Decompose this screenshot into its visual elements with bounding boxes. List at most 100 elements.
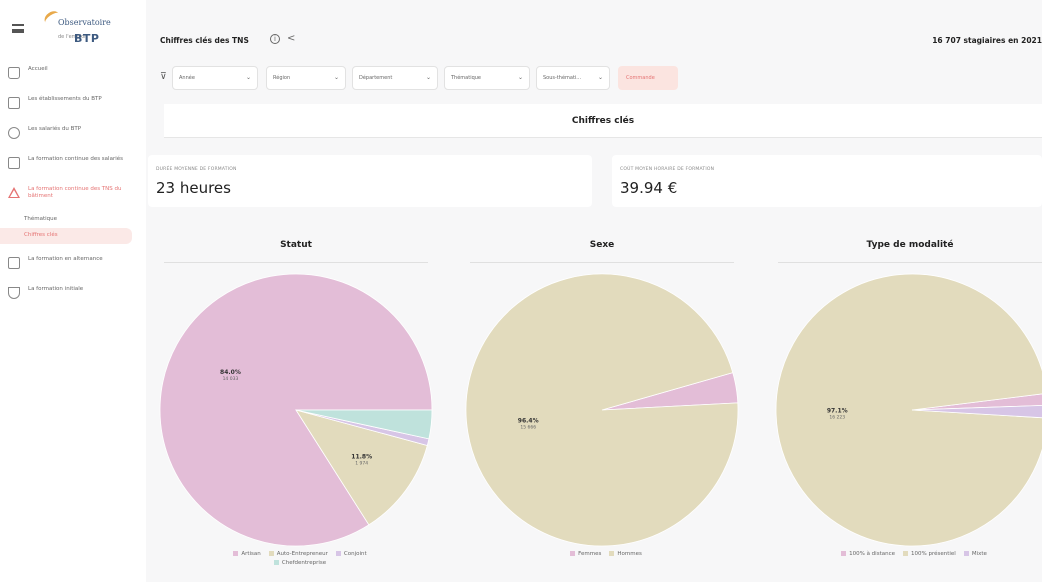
pie-data-label-count: 14 033	[223, 376, 239, 382]
sidebar-item-label: La formation initiale	[28, 286, 84, 292]
page-title: Chiffres clés des TNS	[160, 36, 249, 45]
pie-slice-hommes[interactable]	[465, 273, 739, 547]
legend-label: 100% présentiel	[911, 551, 956, 557]
legend-item[interactable]: Chefdentreprise	[266, 560, 326, 566]
commande-button[interactable]: Commande	[618, 66, 678, 90]
filter-annee[interactable]: Année ⌄	[172, 66, 258, 90]
filter-icon: ⊽	[160, 72, 167, 82]
legend-item[interactable]: 100% présentiel	[895, 551, 956, 557]
legend-item[interactable]: Mixte	[956, 551, 987, 557]
filter-sous-thematique[interactable]: Sous-thémati... ⌄	[536, 66, 610, 90]
pie-data-label-count: 15 666	[520, 424, 536, 430]
legend-label: Chefdentreprise	[281, 560, 327, 566]
legend-item[interactable]: Conjoint	[328, 551, 367, 557]
legend-item[interactable]: Femmes	[562, 551, 601, 557]
kpi-value: 39.94 €	[620, 179, 678, 197]
sidebar-item-label: La formation continue des TNS du bâtimen…	[28, 186, 122, 199]
kpi-value: 23 heures	[156, 179, 231, 197]
chart-legend: 100% à distance 100% présentiel Mixte	[778, 550, 1042, 559]
chart-title: Sexe	[589, 240, 615, 250]
sidebar-item-label: Accueil	[28, 66, 48, 72]
logo-line2: BTP	[74, 32, 100, 45]
sidebar-item-initiale[interactable]: La formation initiale	[0, 282, 146, 304]
pie-data-label-count: 16 223	[829, 414, 845, 420]
legend-item[interactable]: Auto-Entrepreneur	[261, 551, 328, 557]
sidebar-item-formation-continue-tns[interactable]: La formation continue des TNS du bâtimen…	[0, 182, 146, 204]
chevron-down-icon: ⌄	[333, 74, 339, 81]
kpi-card-duration: Durée moyenne de formation 23 heures	[148, 155, 592, 207]
legend-label: 100% à distance	[849, 551, 895, 557]
sidebar-subitem-chiffres-cles[interactable]: Chiffres clés	[0, 228, 132, 244]
sidebar-nav: Accueil Les établissements du BTP Les sa…	[0, 62, 146, 312]
filter-region[interactable]: Région ⌄	[266, 66, 346, 90]
home-icon	[8, 67, 20, 79]
menu-icon[interactable]	[12, 24, 24, 33]
document-icon	[8, 257, 20, 269]
legend-swatch	[609, 551, 615, 556]
filter-label: Sous-thémati...	[543, 75, 582, 81]
chart-legend: Artisan Auto-Entrepreneur Conjoint Chefdent…	[164, 550, 428, 568]
legend-item[interactable]: Artisan	[225, 551, 261, 557]
chart-title: Statut	[280, 240, 312, 250]
section-title: Chiffres clés	[571, 116, 635, 126]
info-icon[interactable]: i	[270, 34, 280, 44]
chart-divider	[778, 262, 1042, 263]
chevron-down-icon: ⌄	[597, 74, 603, 81]
kpi-label: Coût moyen horaire de formation	[620, 167, 715, 172]
sidebar-item-formation-continue-salaries[interactable]: La formation continue des salariés	[0, 152, 146, 174]
sidebar-item-etablissements[interactable]: Les établissements du BTP	[0, 92, 146, 114]
sidebar-item-label: La formation en alternance	[28, 256, 103, 262]
pie-data-label-pct: 11.8%	[351, 453, 372, 460]
users-icon	[8, 127, 20, 139]
chart-divider	[470, 262, 734, 263]
legend-item[interactable]: Hommes	[601, 551, 642, 557]
chevron-down-icon: ⌄	[245, 74, 251, 81]
pie-chart: 97.1%16 223	[775, 273, 1042, 547]
logo[interactable]: Observatoire de l'emploi BTP	[38, 8, 118, 48]
legend-label: Auto-Entrepreneur	[276, 551, 328, 557]
legend-label: Mixte	[971, 551, 987, 557]
sidebar-subitem-thematique[interactable]: Thématique	[0, 212, 146, 228]
legend-label: Conjoint	[343, 551, 367, 557]
sidebar-item-label: Les établissements du BTP	[28, 96, 102, 102]
legend-swatch	[268, 551, 274, 556]
section-header: Chiffres clés	[164, 104, 1042, 138]
book-icon	[8, 157, 20, 169]
legend-label: Femmes	[578, 551, 602, 557]
legend-swatch	[335, 551, 341, 556]
filter-departement[interactable]: Département ⌄	[352, 66, 438, 90]
alert-icon	[8, 187, 20, 199]
legend-swatch	[903, 551, 908, 556]
sidebar-item-accueil[interactable]: Accueil	[0, 62, 146, 84]
pie-data-label-count: 1 974	[355, 460, 368, 466]
legend-label: Artisan	[241, 551, 261, 557]
logo-line1: Observatoire	[58, 18, 111, 27]
legend-item[interactable]: 100% à distance	[833, 551, 895, 557]
graduation-icon	[8, 287, 20, 299]
filter-label: Région	[273, 75, 291, 81]
topbar: Chiffres clés des TNS i < 16 707 stagiai…	[146, 30, 1042, 56]
sidebar-item-label: La formation continue des salariés	[28, 156, 123, 162]
pie-data-label-pct: 84.0%	[220, 369, 241, 376]
kpi-label: Durée moyenne de formation	[156, 167, 237, 172]
sidebar-item-label: Les salariés du BTP	[28, 126, 82, 132]
legend-swatch	[233, 551, 239, 556]
chart-title: Type de modalité	[866, 240, 954, 250]
legend-swatch	[273, 560, 279, 565]
chart-divider	[164, 262, 428, 263]
pie-data-label-pct: 96.4%	[518, 417, 539, 424]
legend-swatch	[963, 551, 969, 556]
chevron-down-icon: ⌄	[517, 74, 523, 81]
sidebar: Observatoire de l'emploi BTP Accueil Les…	[0, 0, 146, 582]
share-icon[interactable]: <	[287, 33, 295, 44]
sidebar-item-salaries[interactable]: Les salariés du BTP	[0, 122, 146, 144]
sidebar-item-alternance[interactable]: La formation en alternance	[0, 252, 146, 274]
legend-swatch	[841, 551, 847, 556]
filter-label: Département	[359, 75, 393, 81]
pie-data-label-pct: 97.1%	[827, 407, 848, 414]
filter-thematique[interactable]: Thématique ⌄	[444, 66, 530, 90]
legend-label: Hommes	[617, 551, 642, 557]
pie-chart: 84.0%14 033 11.8%1 974	[159, 273, 433, 547]
trainee-count: 16 707 stagiaires en 2021	[932, 36, 1042, 45]
chart-legend: Femmes Hommes	[470, 550, 734, 559]
